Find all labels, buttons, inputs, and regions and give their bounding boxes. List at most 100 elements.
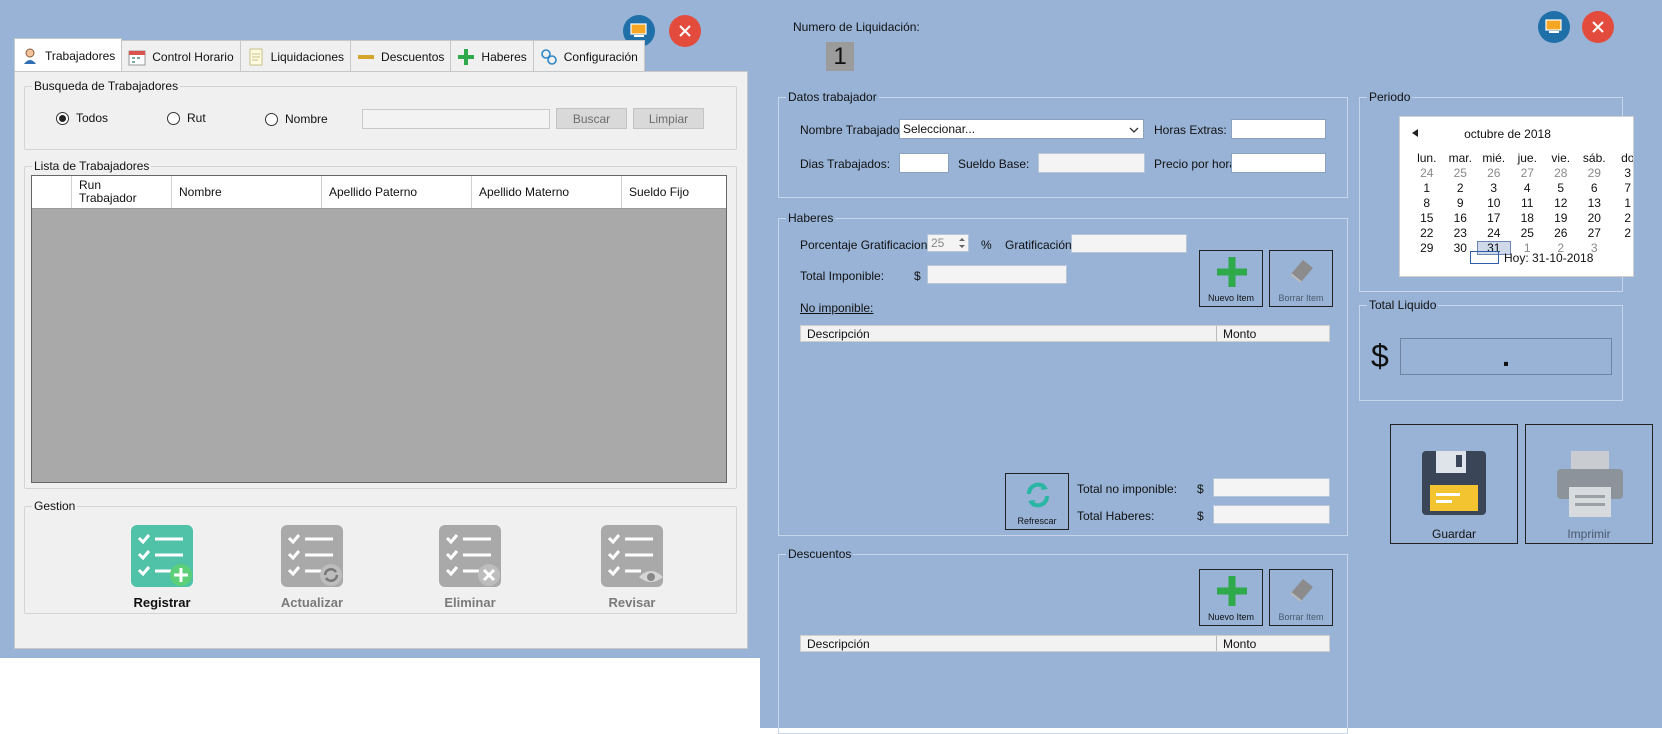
calendar-day[interactable]: 8	[1410, 196, 1444, 210]
calendar-day[interactable]	[1611, 241, 1633, 255]
calendar-day[interactable]: 7	[1611, 181, 1633, 195]
workers-grid[interactable]: Run Trabajador Nombre Apellido Paterno A…	[31, 175, 727, 483]
calendar-day[interactable]: 3	[1611, 166, 1633, 180]
calendar-day[interactable]: 16	[1444, 211, 1478, 225]
total-haberes-input[interactable]	[1213, 505, 1330, 524]
calendar-day[interactable]: 4	[1511, 181, 1545, 195]
tab-haberes[interactable]: Haberes	[450, 40, 534, 72]
descuentos-borrar-item-button[interactable]: Borrar Item	[1269, 569, 1333, 626]
actualizar-button[interactable]: Actualizar	[257, 525, 367, 610]
calendar-day[interactable]: 26	[1544, 226, 1578, 240]
col-descripcion[interactable]: Descripción	[801, 326, 1217, 341]
calendar-day[interactable]: 3	[1477, 181, 1511, 195]
calendar-day[interactable]: 24	[1477, 226, 1511, 240]
gratificacion-input[interactable]	[1071, 234, 1187, 253]
total-imponible-input[interactable]	[927, 265, 1067, 284]
calendar-day[interactable]: 2	[1611, 211, 1633, 225]
revisar-button[interactable]: Revisar	[577, 525, 687, 610]
radio-rut[interactable]: Rut	[167, 111, 206, 125]
tab-configuracion[interactable]: Configuración	[532, 40, 645, 72]
calendar-day[interactable]: 6	[1578, 181, 1612, 195]
calendar-day[interactable]: 29	[1410, 241, 1444, 255]
haberes-nuevo-item-button[interactable]: Nuevo Item	[1199, 250, 1263, 307]
registrar-button[interactable]: Registrar	[107, 525, 217, 610]
calendar-grid[interactable]: lun. mar. mié. jue. vie. sáb. do 24 25 26 27 28 29 3 1…	[1410, 151, 1633, 255]
today-label[interactable]: Hoy: 31-10-2018	[1504, 251, 1593, 265]
calendar-day[interactable]: 19	[1544, 211, 1578, 225]
col-apellido-paterno[interactable]: Apellido Paterno	[322, 176, 472, 208]
descuentos-nuevo-item-button[interactable]: Nuevo Item	[1199, 569, 1263, 626]
calendar-month[interactable]: octubre de 2018	[1400, 127, 1615, 141]
dias-trabajados-input[interactable]	[899, 153, 949, 173]
total-no-imponible-input[interactable]	[1213, 478, 1330, 497]
eraser-icon	[1290, 579, 1313, 602]
calendar[interactable]: octubre de 2018 lun. mar. mié. jue. vie. sáb.…	[1399, 116, 1634, 277]
calendar-day[interactable]: 27	[1578, 226, 1612, 240]
calendar-day[interactable]: 1	[1611, 196, 1633, 210]
gestion-group: Gestion Registrar Actualizar Eliminar Re…	[24, 499, 737, 614]
haberes-borrar-item-button[interactable]: Borrar Item	[1269, 250, 1333, 307]
porcentaje-value: 25	[931, 236, 945, 250]
nombre-trabajador-select[interactable]: Seleccionar...	[899, 119, 1144, 139]
nombre-trabajador-value: Seleccionar...	[903, 122, 976, 136]
restore-window-button[interactable]	[1538, 11, 1570, 43]
calendar-day[interactable]: 2	[1444, 181, 1478, 195]
precio-hora-label: Precio por hora:	[1154, 157, 1240, 171]
calendar-day[interactable]: 13	[1578, 196, 1612, 210]
close-icon	[1592, 21, 1604, 33]
porcentaje-gratificacion-stepper[interactable]: 25	[927, 234, 969, 252]
clear-button[interactable]: Limpiar	[633, 108, 704, 129]
checklist-add-icon	[131, 525, 193, 587]
calendar-day[interactable]: 29	[1578, 166, 1612, 180]
total-liquido-currency: $	[1371, 338, 1389, 374]
imprimir-button[interactable]: Imprimir	[1525, 424, 1653, 544]
tab-descuentos[interactable]: Descuentos	[350, 40, 452, 72]
refrescar-button[interactable]: Refrescar	[1005, 473, 1069, 530]
close-window-button[interactable]	[1582, 11, 1614, 43]
calendar-day[interactable]: 18	[1511, 211, 1545, 225]
col-apellido-materno[interactable]: Apellido Materno	[472, 176, 622, 208]
calendar-day[interactable]: 10	[1477, 196, 1511, 210]
precio-hora-input[interactable]	[1231, 153, 1326, 173]
search-button[interactable]: Buscar	[556, 108, 627, 129]
grid-header: Run Trabajador Nombre Apellido Paterno A…	[32, 176, 726, 209]
eliminar-button[interactable]: Eliminar	[415, 525, 525, 610]
calendar-day[interactable]: 20	[1578, 211, 1612, 225]
calendar-day[interactable]: 17	[1477, 211, 1511, 225]
close-window-button[interactable]	[669, 15, 701, 47]
col-monto[interactable]: Monto	[1217, 326, 1262, 341]
calendar-day[interactable]: 5	[1544, 181, 1578, 195]
tab-control-horario[interactable]: Control Horario	[121, 40, 241, 72]
calendar-day[interactable]: 2	[1611, 226, 1633, 240]
col-monto[interactable]: Monto	[1217, 636, 1262, 651]
calendar-day[interactable]: 25	[1511, 226, 1545, 240]
calendar-day[interactable]: 15	[1410, 211, 1444, 225]
calendar-day[interactable]: 1	[1410, 181, 1444, 195]
calendar-day[interactable]: 28	[1544, 166, 1578, 180]
tab-trabajadores[interactable]: Trabajadores	[14, 38, 123, 72]
col-run-trabajador[interactable]: Run Trabajador	[72, 176, 172, 208]
total-imponible-label: Total Imponible:	[800, 269, 885, 283]
calendar-day[interactable]: 11	[1511, 196, 1545, 210]
calendar-day[interactable]: 12	[1544, 196, 1578, 210]
no-imponible-label: No imponible:	[800, 301, 874, 315]
stepper-arrows-icon[interactable]	[958, 236, 966, 250]
col-sueldo-fijo[interactable]: Sueldo Fijo	[622, 176, 718, 208]
calendar-day[interactable]: 24	[1410, 166, 1444, 180]
calendar-day[interactable]: 27	[1511, 166, 1545, 180]
radio-todos[interactable]: Todos	[56, 111, 108, 125]
guardar-button[interactable]: Guardar	[1390, 424, 1518, 544]
horas-extras-input[interactable]	[1231, 119, 1326, 139]
radio-nombre[interactable]: Nombre	[265, 112, 328, 126]
calendar-weekday: jue.	[1517, 151, 1537, 165]
calendar-day[interactable]: 25	[1444, 166, 1478, 180]
calendar-day[interactable]: 26	[1477, 166, 1511, 180]
calendar-day[interactable]: 23	[1444, 226, 1478, 240]
col-nombre[interactable]: Nombre	[172, 176, 322, 208]
search-input[interactable]	[362, 109, 550, 129]
tab-liquidaciones[interactable]: Liquidaciones	[239, 40, 352, 72]
sueldo-base-input[interactable]	[1038, 153, 1145, 173]
calendar-day[interactable]: 9	[1444, 196, 1478, 210]
col-descripcion[interactable]: Descripción	[801, 636, 1217, 651]
calendar-day[interactable]: 22	[1410, 226, 1444, 240]
